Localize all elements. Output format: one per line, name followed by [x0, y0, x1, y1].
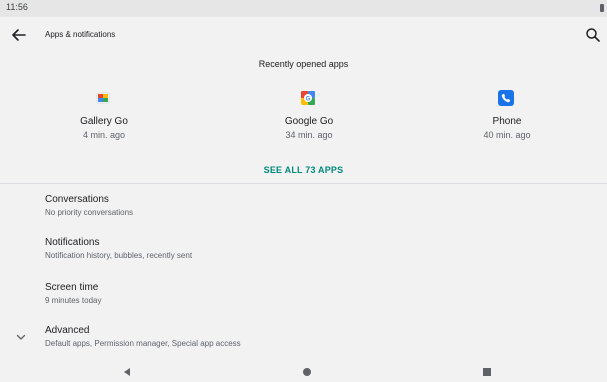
see-all-apps-button[interactable]: SEE ALL 73 APPS: [0, 165, 607, 175]
battery-icon: [600, 4, 604, 12]
recent-app-gallery-go[interactable]: Gallery Go 4 min. ago: [4, 88, 204, 148]
pref-title: Advanced: [45, 325, 90, 336]
pref-summary: No priority conversations: [45, 208, 134, 217]
search-icon: [586, 28, 600, 42]
recent-app-phone[interactable]: Phone 40 min. ago: [407, 88, 607, 148]
app-name: Gallery Go: [80, 116, 128, 127]
pref-summary: 9 minutes today: [45, 296, 102, 305]
google-go-icon: G: [301, 91, 315, 105]
app-name: Phone: [492, 116, 522, 127]
page-title: Apps & notifications: [45, 30, 116, 39]
pref-title: Screen time: [45, 282, 99, 293]
nav-recents-icon[interactable]: [483, 368, 491, 376]
chevron-down-icon: [16, 334, 26, 340]
pref-notifications[interactable]: Notifications Notification history, bubb…: [0, 237, 607, 263]
search-button[interactable]: [583, 25, 603, 45]
nav-back-icon[interactable]: [121, 366, 133, 378]
pref-title: Conversations: [45, 194, 109, 205]
divider: [0, 183, 607, 184]
recent-apps-header: Recently opened apps: [258, 59, 349, 69]
gallery-go-icon: [96, 92, 110, 104]
pref-advanced[interactable]: Advanced Default apps, Permission manage…: [0, 325, 607, 351]
app-time: 4 min. ago: [82, 130, 126, 140]
app-time: 34 min. ago: [285, 130, 333, 140]
pref-summary: Default apps, Permission manager, Specia…: [45, 339, 241, 348]
arrow-back-icon: [12, 29, 26, 41]
nav-home-icon[interactable]: [303, 368, 311, 376]
svg-text:G: G: [306, 97, 311, 103]
pref-screen-time[interactable]: Screen time 9 minutes today: [0, 282, 607, 308]
pref-summary: Notification history, bubbles, recently …: [45, 251, 193, 260]
navigation-bar: [0, 361, 607, 382]
recent-app-google-go[interactable]: G Google Go 34 min. ago: [209, 88, 409, 148]
app-bar: Apps & notifications: [0, 17, 607, 53]
back-button[interactable]: [8, 24, 30, 46]
status-bar: 11:56: [0, 0, 607, 17]
app-time: 40 min. ago: [483, 130, 531, 140]
pref-conversations[interactable]: Conversations No priority conversations: [0, 194, 607, 220]
phone-icon: [498, 90, 514, 106]
status-time: 11:56: [6, 2, 28, 12]
app-name: Google Go: [284, 116, 334, 127]
pref-title: Notifications: [45, 237, 100, 248]
